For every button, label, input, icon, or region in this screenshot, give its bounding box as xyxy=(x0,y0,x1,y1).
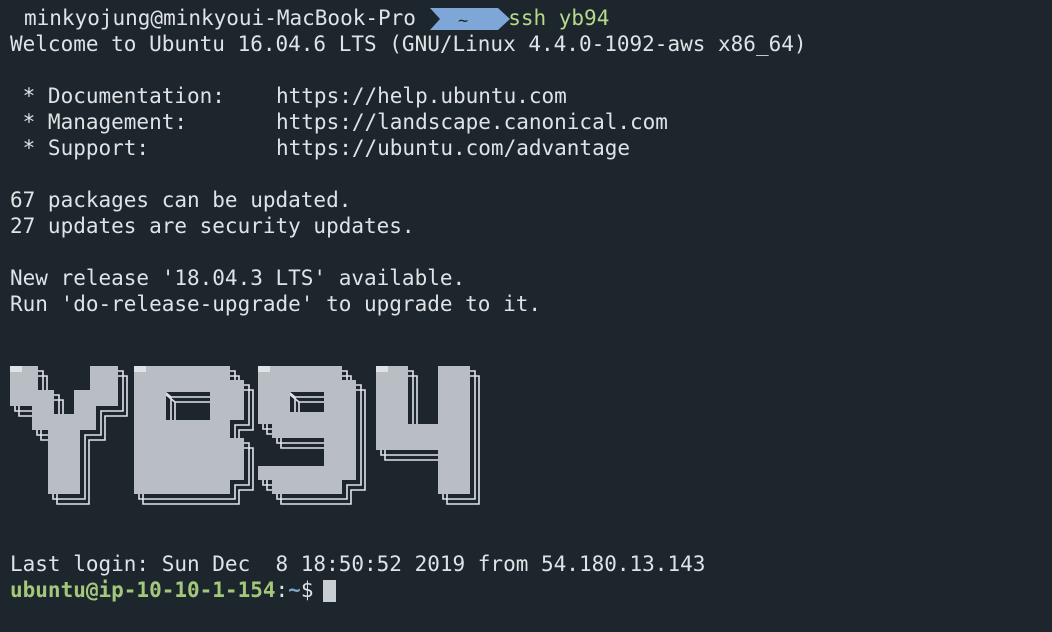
local-prompt-line: minkyojung@minkyoui-MacBook-Pro ~ ssh yb94 xyxy=(24,5,609,31)
support-url[interactable]: https://ubuntu.com/advantage xyxy=(276,135,630,161)
doc-url[interactable]: https://help.ubuntu.com xyxy=(276,83,567,109)
mgmt-label: * Management: xyxy=(10,110,188,134)
mgmt-link-line: * Management: https://landscape.canonical… xyxy=(10,109,668,135)
upgrade-line: Run 'do-release-upgrade' to upgrade to i… xyxy=(10,292,542,316)
welcome-line: Welcome to Ubuntu 16.04.6 LTS (GNU/Linux… xyxy=(10,32,807,56)
terminal-cursor[interactable] xyxy=(323,580,337,602)
security-line: 27 updates are security updates. xyxy=(10,214,415,238)
packages-line: 67 packages can be updated. xyxy=(10,188,352,212)
release-line: New release '18.04.3 LTS' available. xyxy=(10,266,466,290)
remote-prompt-line[interactable]: ubuntu@ip-10-10-1-154:~$ xyxy=(10,577,337,603)
dir-badge: ~ xyxy=(429,8,510,31)
remote-user-host: ubuntu@ip-10-10-1-154 xyxy=(10,578,276,602)
mgmt-url[interactable]: https://landscape.canonical.com xyxy=(276,109,668,135)
terminal-window[interactable]: minkyojung@minkyoui-MacBook-Pro ~ ssh yb94… xyxy=(0,0,1052,632)
remote-dir: ~ xyxy=(288,578,301,602)
last-login-line: Last login: Sun Dec 8 18:50:52 2019 from… xyxy=(10,552,706,576)
local-dir: ~ xyxy=(457,11,469,31)
support-label: * Support: xyxy=(10,136,150,160)
ascii-banner-yb94 xyxy=(10,366,480,523)
local-user-host: minkyojung@minkyoui-MacBook-Pro xyxy=(24,6,416,30)
ascii-banner-graphic xyxy=(10,366,480,505)
doc-label: * Documentation: xyxy=(10,84,225,108)
local-command: ssh yb94 xyxy=(508,6,610,30)
doc-link-line: * Documentation: https://help.ubuntu.com xyxy=(10,83,567,109)
remote-sep: : xyxy=(275,578,289,602)
remote-prompt-symbol: $ xyxy=(300,578,314,602)
support-link-line: * Support: https://ubuntu.com/advantage xyxy=(10,135,630,161)
